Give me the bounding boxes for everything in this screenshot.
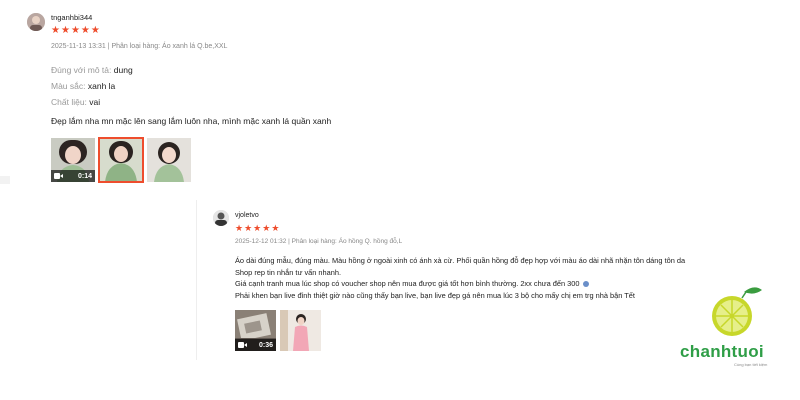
star-rating: ★ ★ ★ ★ ★ — [235, 224, 279, 233]
attribute-value: vai — [89, 97, 101, 107]
star-icon: ★ — [262, 223, 271, 233]
star-icon: ★ — [60, 25, 70, 36]
avatar[interactable] — [213, 210, 229, 226]
review-comment: Đẹp lắm nha mn mặc lên sang lắm luôn nha… — [51, 116, 332, 126]
comment-line: Áo dài đúng mẫu, đúng màu. Màu hồng ở ng… — [235, 256, 686, 265]
video-thumbnail[interactable]: 0:14 — [51, 138, 95, 182]
review-media: 0:36 — [235, 310, 321, 351]
review-attributes: Đúng với mô tả: dung Màu sắc: xanh la Ch… — [51, 62, 133, 110]
username[interactable]: vjoletvo — [235, 212, 259, 219]
avatar[interactable] — [27, 13, 45, 31]
attribute-material: Chất liệu: vai — [51, 94, 133, 110]
attribute-key: Chất liệu: — [51, 97, 87, 107]
star-icon: ★ — [271, 223, 280, 233]
attribute-value: dung — [113, 65, 133, 75]
attribute-description: Đúng với mô tả: dung — [51, 62, 133, 78]
star-icon: ★ — [90, 25, 100, 36]
username[interactable]: tnganhbi344 — [51, 13, 92, 22]
comment-line: Shop rep tin nhắn tư vấn nhanh. — [235, 267, 342, 277]
logo-tagline: Cùng bạn tiết kiệm — [734, 362, 768, 367]
star-icon: ★ — [70, 25, 80, 36]
photo-thumbnail[interactable] — [280, 310, 321, 351]
info-icon — [582, 281, 589, 288]
video-camera-icon — [238, 342, 248, 348]
photo-thumbnail[interactable] — [147, 138, 191, 182]
review-card-2: vjoletvo ★ ★ ★ ★ ★ 2025-12-12 01:32 | Ph… — [196, 200, 756, 360]
attribute-key: Đúng với mô tả: — [51, 65, 112, 75]
video-duration: 0:36 — [258, 341, 273, 349]
review-meta: 2025-11-13 13:31 | Phân loại hàng: Áo xa… — [51, 43, 228, 50]
attribute-color: Màu sắc: xanh la — [51, 78, 133, 94]
lime-icon — [712, 287, 762, 336]
video-overlay: 0:14 — [51, 170, 95, 182]
star-icon: ★ — [80, 25, 90, 36]
logo-text: chanhtuoi — [680, 342, 764, 361]
video-overlay: 0:36 — [235, 339, 276, 351]
review-media: 0:14 — [51, 137, 191, 183]
comment-line-text: Giá cạnh tranh mua lúc shop có voucher s… — [235, 279, 580, 288]
video-thumbnail[interactable]: 0:36 — [235, 310, 276, 351]
star-icon: ★ — [244, 223, 253, 233]
review-card-1: tnganhbi344 ★ ★ ★ ★ ★ 2025-11-13 13:31 |… — [0, 6, 400, 184]
photo-thumbnail[interactable] — [98, 137, 144, 183]
video-camera-icon — [54, 173, 64, 179]
star-icon: ★ — [235, 223, 244, 233]
star-rating: ★ ★ ★ ★ ★ — [51, 26, 100, 36]
chanhtuoi-logo: chanhtuoi Cùng bạn tiết kiệm — [676, 284, 786, 374]
attribute-key: Màu sắc: — [51, 81, 86, 91]
video-duration: 0:14 — [77, 172, 92, 180]
attribute-value: xanh la — [87, 81, 116, 91]
review-meta: 2025-12-12 01:32 | Phân loại hàng: Áo hồ… — [235, 238, 403, 245]
star-icon: ★ — [51, 25, 60, 36]
star-icon: ★ — [253, 223, 262, 233]
